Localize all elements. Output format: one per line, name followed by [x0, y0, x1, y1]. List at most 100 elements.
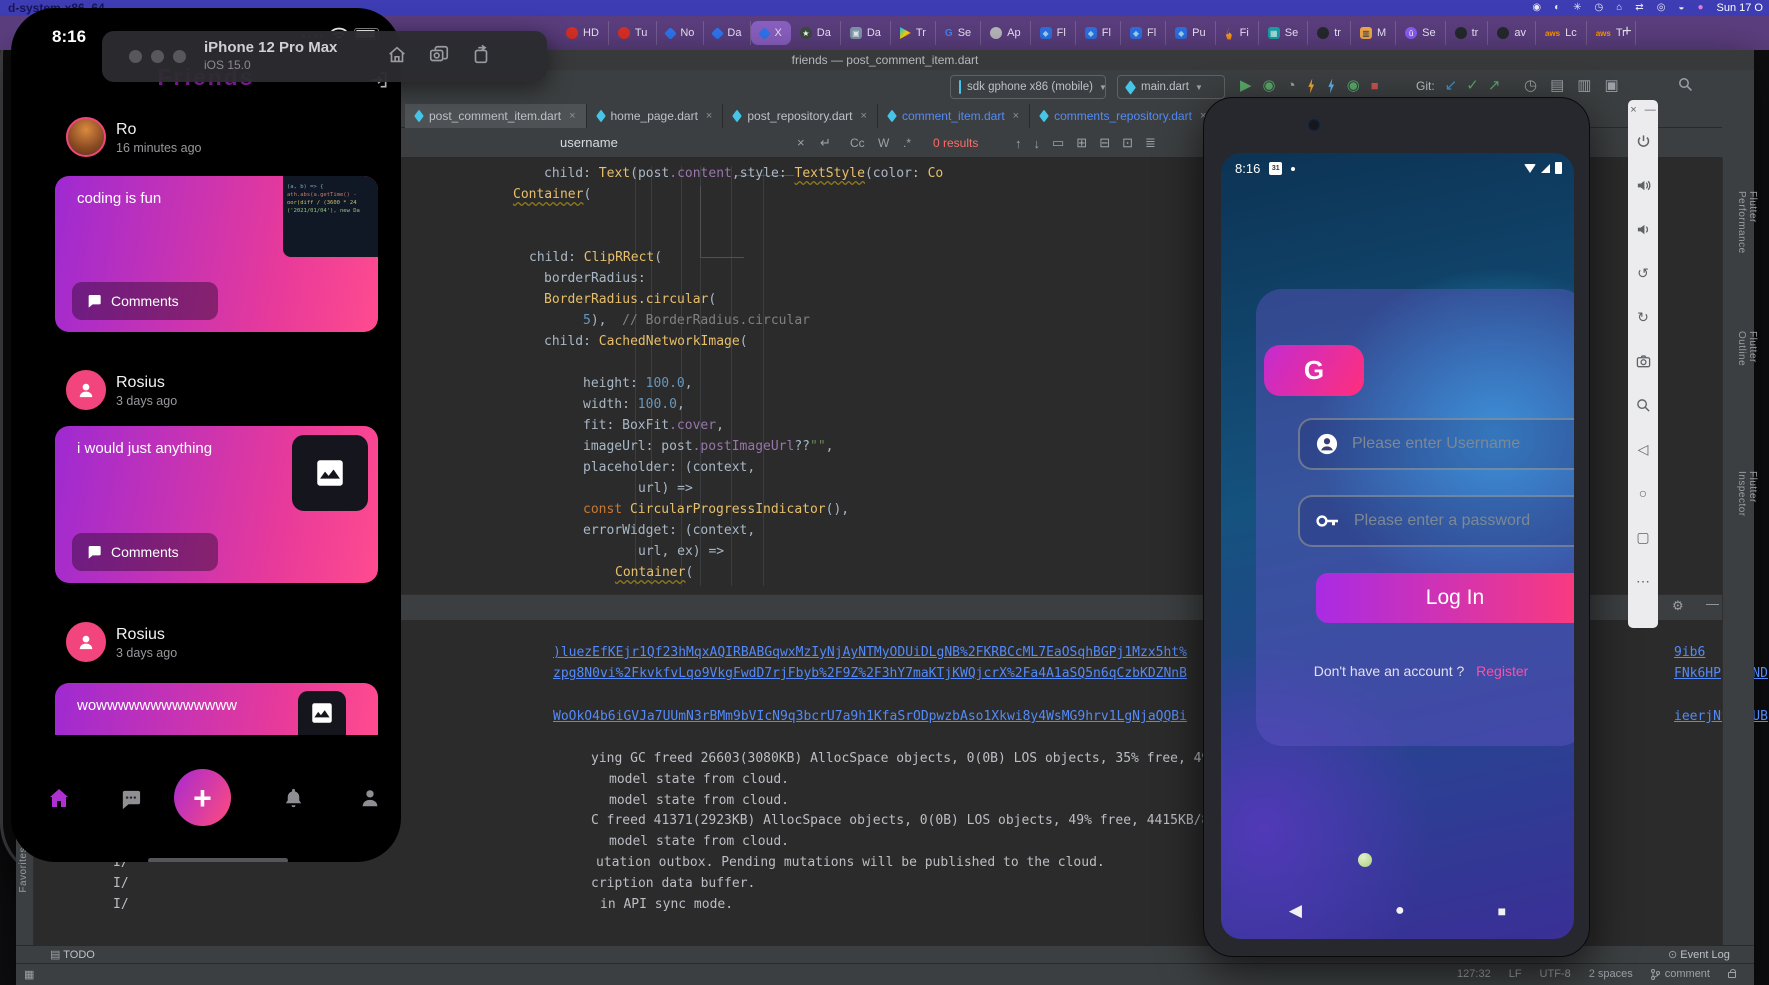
- overview-icon[interactable]: ▢: [1628, 522, 1658, 552]
- indent-setting[interactable]: 2 spaces: [1589, 968, 1633, 980]
- layout-bottom-icon[interactable]: ▥: [1577, 78, 1591, 94]
- close-emulator-icon[interactable]: ×: [1630, 104, 1636, 116]
- browser-tab[interactable]: Fi: [1216, 21, 1259, 45]
- post-avatar[interactable]: [66, 622, 106, 662]
- browser-tab[interactable]: ▦Se: [1259, 21, 1308, 45]
- commit-icon[interactable]: ✓: [1466, 78, 1479, 94]
- post-avatar[interactable]: [66, 370, 106, 410]
- caret-position[interactable]: 127:32: [1457, 968, 1491, 980]
- add-occurrence-icon[interactable]: ⊞: [1076, 135, 1087, 151]
- tool-stripe-flutter-inspector[interactable]: Flutter Inspector: [1736, 471, 1758, 517]
- home-indicator[interactable]: [148, 858, 288, 862]
- zoom-icon[interactable]: [1628, 390, 1658, 420]
- post-card[interactable]: wowwwwwwwwwwwww: [55, 683, 378, 735]
- git-branch[interactable]: comment: [1651, 968, 1710, 980]
- iphone-screen[interactable]: 8:16 Friends Ro16 minutes agocoding is f…: [11, 8, 401, 862]
- home-tab-icon[interactable]: [47, 786, 71, 810]
- console-link-line[interactable]: WoOkO4b6iGVJa7UUmN3rBMm9bVIcN9q3bcrU7a9h…: [553, 709, 1187, 724]
- close-tab-icon[interactable]: ×: [1013, 110, 1019, 122]
- run-icon[interactable]: ▶: [1240, 78, 1252, 94]
- browser-tab[interactable]: HD: [557, 21, 609, 45]
- register-link[interactable]: Register: [1476, 663, 1528, 679]
- browser-tab[interactable]: Ap: [981, 21, 1030, 45]
- android-back-button[interactable]: ◀: [1289, 901, 1302, 921]
- comments-button[interactable]: Comments: [72, 282, 218, 320]
- tool-stripe-favorites[interactable]: Favorites: [18, 847, 29, 893]
- post-avatar[interactable]: [66, 117, 106, 157]
- browser-tab[interactable]: awsLc: [1536, 21, 1587, 45]
- login-button[interactable]: Log In: [1316, 573, 1574, 623]
- file-encoding[interactable]: UTF-8: [1540, 968, 1571, 980]
- select-all-icon[interactable]: ▭: [1052, 135, 1064, 151]
- console-link-line[interactable]: )luezEfKEjr1Qf23hMqxAQIRBABGqwxMzIyNjAyN…: [553, 645, 1187, 660]
- screenshot-icon[interactable]: [1628, 346, 1658, 376]
- push-icon[interactable]: ↗: [1488, 78, 1501, 94]
- browser-tab[interactable]: ◆Fl: [1076, 21, 1121, 45]
- line-separator[interactable]: LF: [1509, 968, 1522, 980]
- remove-occurrence-icon[interactable]: ⊟: [1099, 135, 1110, 151]
- simulator-home-icon[interactable]: [386, 44, 408, 66]
- enter-icon[interactable]: ↵: [820, 135, 831, 151]
- browser-tab[interactable]: ûSe: [1396, 21, 1445, 45]
- hot-restart-icon[interactable]: [1327, 79, 1336, 94]
- editor-tab[interactable]: post_repository.dart×: [723, 104, 878, 128]
- profile-icon[interactable]: ◔: [1287, 78, 1296, 94]
- profile-tab-icon[interactable]: [359, 787, 381, 809]
- add-post-button[interactable]: +: [174, 769, 231, 826]
- password-field[interactable]: Please enter a password: [1298, 495, 1574, 547]
- editor-tab[interactable]: home_page.dart×: [587, 104, 724, 128]
- debug-icon[interactable]: ◉: [1263, 78, 1276, 94]
- event-log-button[interactable]: ⊙ Event Log: [1668, 948, 1730, 961]
- android-recents-button[interactable]: ■: [1498, 903, 1506, 919]
- history-icon[interactable]: ◷: [1524, 78, 1537, 94]
- emulator-settings-gear-icon[interactable]: ⚙: [1672, 598, 1684, 614]
- todo-tool-button[interactable]: ▤ TODO: [50, 948, 95, 961]
- android-home-button[interactable]: ●: [1395, 902, 1405, 920]
- browser-tab[interactable]: Da: [704, 21, 751, 45]
- browser-tab[interactable]: ◆Pu: [1166, 21, 1215, 45]
- next-match-icon[interactable]: ↓: [1034, 136, 1041, 151]
- zoom-simulator-button[interactable]: [173, 50, 186, 63]
- rotate-right-icon[interactable]: ↻: [1628, 302, 1658, 332]
- filter-icon[interactable]: ⊡: [1122, 135, 1133, 151]
- power-icon[interactable]: [1628, 126, 1658, 156]
- notifications-tab-icon[interactable]: [282, 787, 305, 810]
- browser-tab[interactable]: ★Da: [791, 21, 841, 45]
- emulator-screen[interactable]: 8:16 31 G Please enter Username Please e…: [1221, 153, 1574, 939]
- flutter-attach-icon[interactable]: ◉: [1347, 78, 1360, 94]
- simulator-screenshot-icon[interactable]: [428, 44, 450, 66]
- words-toggle[interactable]: W: [878, 136, 889, 150]
- minimize-emulator-icon[interactable]: —: [1645, 104, 1656, 116]
- quick-access-icon[interactable]: ▦: [24, 968, 34, 981]
- close-tab-icon[interactable]: ×: [569, 110, 575, 122]
- prev-match-icon[interactable]: ↑: [1015, 136, 1022, 151]
- editor-tab[interactable]: post_comment_item.dart×: [405, 104, 587, 128]
- browser-tab[interactable]: ▥M: [1351, 21, 1396, 45]
- layout-right-icon[interactable]: ▣: [1604, 78, 1618, 94]
- editor-tab[interactable]: comment_item.dart×: [878, 104, 1030, 128]
- browser-tab[interactable]: tr: [1308, 21, 1351, 45]
- search-input[interactable]: username: [560, 135, 618, 150]
- browser-tab[interactable]: ◆Fl: [1121, 21, 1166, 45]
- new-tab-button[interactable]: +: [1614, 21, 1640, 45]
- minimize-simulator-button[interactable]: [151, 50, 164, 63]
- browser-tab[interactable]: tr: [1446, 21, 1489, 45]
- simulator-rotate-icon[interactable]: [470, 44, 492, 66]
- console-link-line[interactable]: zpg8N0vi%2FkvkfvLqo9VkgFwdD7rjFbyb%2F9Z%…: [553, 666, 1187, 681]
- emulator-minimize-icon[interactable]: —: [1706, 596, 1719, 611]
- regex-toggle[interactable]: .*: [903, 136, 911, 150]
- close-search-icon[interactable]: ×: [797, 135, 805, 150]
- match-case-toggle[interactable]: Cc: [850, 136, 865, 150]
- console-link-fragment[interactable]: 9ib6: [1674, 645, 1705, 660]
- tool-stripe-flutter-outline[interactable]: Flutter Outline: [1736, 331, 1758, 366]
- rotate-left-icon[interactable]: ↺: [1628, 258, 1658, 288]
- editor-tab[interactable]: comments_repository.dart×: [1030, 104, 1217, 128]
- volume-up-icon[interactable]: [1628, 170, 1658, 200]
- browser-tab[interactable]: GSe: [936, 21, 981, 45]
- back-icon[interactable]: ◁: [1628, 434, 1658, 464]
- close-tab-icon[interactable]: ×: [706, 110, 712, 122]
- multiline-icon[interactable]: ≣: [1145, 135, 1156, 151]
- search-everywhere-icon[interactable]: [1678, 77, 1693, 92]
- more-icon[interactable]: ⋯: [1628, 566, 1658, 596]
- stop-icon[interactable]: ■: [1371, 78, 1379, 94]
